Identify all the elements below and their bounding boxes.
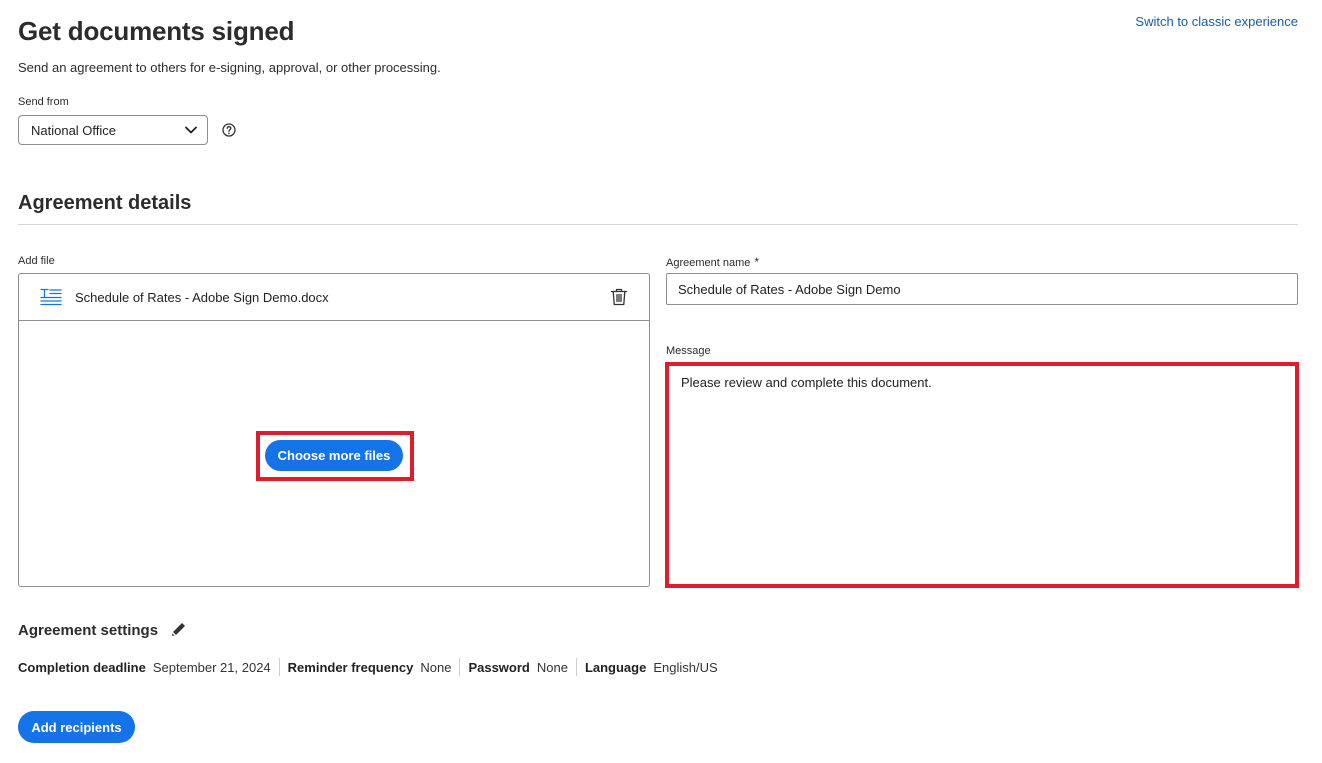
document-icon	[40, 288, 62, 306]
agreement-name-input[interactable]: Schedule of Rates - Adobe Sign Demo	[666, 273, 1298, 305]
setting-value: None	[536, 659, 568, 675]
message-textarea[interactable]: Please review and complete this document…	[665, 362, 1299, 588]
send-from-label: Send from	[18, 96, 69, 108]
chevron-down-icon	[185, 126, 197, 134]
setting-value: September 21, 2024	[152, 659, 271, 675]
required-marker: *	[754, 255, 760, 269]
pencil-icon[interactable]	[170, 621, 187, 638]
page-subtitle: Send an agreement to others for e-signin…	[18, 60, 441, 75]
section-divider	[18, 224, 1298, 225]
trash-icon[interactable]	[610, 288, 628, 306]
setting-label: Completion deadline	[18, 659, 146, 675]
setting-label: Language	[584, 659, 647, 675]
page-title: Get documents signed	[18, 16, 295, 46]
add-recipients-button[interactable]: Add recipients	[18, 711, 135, 743]
setting-value: None	[420, 659, 452, 675]
setting-language: Language English/US	[575, 658, 726, 676]
agreement-details-title: Agreement details	[18, 192, 192, 214]
agreement-name-label: Agreement name *	[666, 255, 759, 269]
help-icon[interactable]	[222, 123, 236, 137]
setting-label: Password	[468, 659, 530, 675]
setting-value: English/US	[653, 659, 718, 675]
agreement-name-label-text: Agreement name	[666, 257, 751, 269]
choose-more-files-button[interactable]: Choose more files	[265, 440, 403, 471]
setting-completion-deadline: Completion deadline September 21, 2024	[18, 658, 279, 676]
send-from-value: National Office	[31, 122, 117, 138]
send-from-select[interactable]: National Office	[18, 115, 208, 145]
file-drop-panel[interactable]: Schedule of Rates - Adobe Sign Demo.docx	[18, 273, 650, 587]
setting-label: Reminder frequency	[287, 659, 414, 675]
setting-password: Password None	[459, 658, 576, 676]
file-name: Schedule of Rates - Adobe Sign Demo.docx	[75, 290, 329, 305]
agreement-settings-title: Agreement settings	[18, 622, 159, 639]
settings-summary: Completion deadline September 21, 2024 R…	[18, 658, 726, 676]
switch-classic-link[interactable]: Switch to classic experience	[1135, 14, 1298, 29]
add-file-label: Add file	[18, 255, 55, 267]
setting-reminder-frequency: Reminder frequency None	[278, 658, 460, 676]
message-label: Message	[666, 345, 711, 357]
file-row: Schedule of Rates - Adobe Sign Demo.docx	[19, 274, 649, 321]
